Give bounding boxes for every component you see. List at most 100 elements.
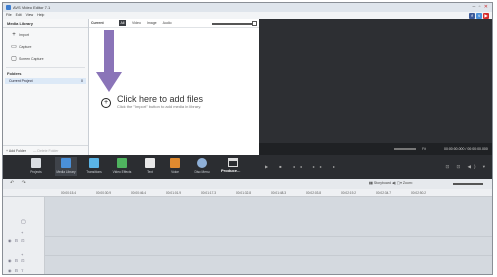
transitions-button[interactable]: Transitions xyxy=(83,158,105,174)
title-bar: AVS Video Editor 7.1 – ▫ ✕ xyxy=(3,3,492,12)
plus-circle-icon: + xyxy=(101,97,111,108)
add-files-label: Click here to add files xyxy=(117,94,204,104)
media-library-button[interactable]: Media Library xyxy=(55,157,77,176)
voice-button[interactable]: Voice xyxy=(164,158,186,174)
divider xyxy=(45,236,492,237)
screen-capture-label: Screen Capture xyxy=(19,57,44,61)
media-content-area[interactable]: Current All Video Image Audio + Click he… xyxy=(89,19,259,155)
tab-image[interactable]: Image xyxy=(147,19,157,28)
delete-folder-button[interactable]: — Delete Folder xyxy=(33,149,58,153)
screen-capture-button[interactable]: ▢ Screen Capture xyxy=(9,55,82,64)
ruler-tick: 00:02:50.2 xyxy=(411,191,427,195)
video-effects-label: Video Effects xyxy=(112,170,132,174)
playback-time: 00:00:00.000 / 00:00:00.000 xyxy=(444,147,488,151)
zoom-slider[interactable] xyxy=(453,183,483,185)
add-track-icon[interactable]: + xyxy=(21,230,23,235)
track-headers: ▢ + ◉ ⊟ ⊡ + ◉ ⊟ ⊡ ◉ ⊟ T xyxy=(3,197,45,274)
import-label: Import xyxy=(19,33,29,37)
preview-options[interactable]: ⊡ ⊡ ◀) ▾ xyxy=(445,164,488,170)
menu-bar: File Edit View Help xyxy=(3,12,492,19)
add-files-hint: Click the "Import" button to add media i… xyxy=(117,104,202,109)
facebook-icon[interactable]: f xyxy=(469,12,475,19)
player-controls[interactable]: ▶ ■ ◂◂ ▸▸ ▸ xyxy=(265,164,340,169)
plus-icon: + xyxy=(12,32,16,38)
ruler-tick: 00:01:48.3 xyxy=(271,191,287,195)
effects-icon xyxy=(117,158,127,168)
timeline-ruler[interactable]: 00:00:15.4 00:00:30.9 00:00:46.4 00:01:0… xyxy=(3,189,492,197)
add-files-area[interactable]: + Click here to add files Click the "Imp… xyxy=(101,95,203,110)
ruler-tick: 00:00:46.4 xyxy=(131,191,147,195)
youtube-icon[interactable]: ▶ xyxy=(483,12,489,19)
track-controls[interactable]: ◉ ⊟ ⊡ xyxy=(8,238,25,243)
folder-count: 0 xyxy=(81,79,83,83)
add-folder-button[interactable]: + Add Folder xyxy=(6,149,26,153)
capture-label: Capture xyxy=(19,45,32,49)
divider xyxy=(45,255,492,256)
disc-menu-button[interactable]: Disc Menu xyxy=(191,158,213,174)
produce-icon xyxy=(228,158,238,167)
ruler-tick: 00:01:32.8 xyxy=(236,191,252,195)
display-icon[interactable]: ▢▾ xyxy=(397,181,402,185)
preview-zoom-slider[interactable] xyxy=(394,148,416,150)
fit-button[interactable]: Fit xyxy=(422,143,426,155)
tab-video[interactable]: Video xyxy=(132,19,141,28)
content-filter-bar: Current All Video Image Audio xyxy=(89,19,259,28)
produce-button[interactable]: Produce... xyxy=(221,168,240,173)
window-controls[interactable]: – ▫ ✕ xyxy=(472,4,489,10)
ruler-tick: 00:01:01.9 xyxy=(166,191,182,195)
menu-view[interactable]: View xyxy=(26,13,34,17)
transitions-label: Transitions xyxy=(86,170,102,174)
menu-edit[interactable]: Edit xyxy=(16,13,22,17)
add-track-icon[interactable]: + xyxy=(21,252,23,257)
ruler-tick: 00:02:19.2 xyxy=(341,191,357,195)
minimize-button[interactable]: – xyxy=(472,4,476,10)
social-links: f t ▶ xyxy=(469,12,489,19)
menu-file[interactable]: File xyxy=(6,13,12,17)
timeline-options: ▮▮ Storyboard ◀) ▢▾ Zoom: xyxy=(369,181,413,186)
undo-redo-buttons[interactable]: ↶ ↷ xyxy=(10,180,29,186)
folder-label: Current Project xyxy=(9,79,33,83)
video-effects-button[interactable]: Video Effects xyxy=(111,158,133,174)
voice-label: Voice xyxy=(171,170,179,174)
library-footer: + Add Folder — Delete Folder xyxy=(3,145,88,155)
close-button[interactable]: ✕ xyxy=(484,4,489,10)
storyboard-icon[interactable]: ▮▮ xyxy=(369,181,373,185)
main-toolbar: Projects Media Library Transitions Video… xyxy=(3,155,492,179)
disc-menu-label: Disc Menu xyxy=(194,170,210,174)
film-icon xyxy=(61,158,71,168)
ruler-tick: 00:02:03.8 xyxy=(306,191,322,195)
monitor-icon: ▢ xyxy=(11,56,17,62)
app-window: AVS Video Editor 7.1 – ▫ ✕ File Edit Vie… xyxy=(2,2,493,275)
content-title: Current xyxy=(91,20,104,25)
folders-title: Folders xyxy=(7,71,22,76)
audio-icon[interactable]: ◀) xyxy=(392,181,396,185)
ruler-tick: 00:00:15.4 xyxy=(61,191,77,195)
zoom-label: Zoom: xyxy=(402,181,413,185)
ruler-tick: 00:02:34.7 xyxy=(376,191,392,195)
track-controls[interactable]: ◉ ⊟ ⊡ xyxy=(8,258,25,263)
media-library-title: Media Library xyxy=(3,19,88,28)
microphone-icon xyxy=(170,158,180,168)
storyboard-button[interactable]: Storyboard xyxy=(374,181,391,185)
projects-label: Projects xyxy=(30,170,42,174)
thumbnail-size-icon xyxy=(252,21,257,26)
maximize-button[interactable]: ▫ xyxy=(479,4,482,10)
disc-icon xyxy=(197,158,207,168)
folder-current-project[interactable]: Current Project 0 xyxy=(5,78,86,84)
tab-all[interactable]: All xyxy=(119,20,126,26)
ruler-tick: 00:00:30.9 xyxy=(96,191,112,195)
preview-panel: Fit 00:00:00.000 / 00:00:00.000 xyxy=(259,19,492,155)
timeline-tracks: ▢ + ◉ ⊟ ⊡ + ◉ ⊟ ⊡ ◉ ⊟ T xyxy=(3,197,492,274)
import-button[interactable]: + Import xyxy=(9,31,82,40)
text-button[interactable]: Text xyxy=(139,158,161,174)
projects-button[interactable]: Projects xyxy=(25,158,47,174)
menu-help[interactable]: Help xyxy=(37,13,44,17)
thumbnail-size-slider[interactable] xyxy=(212,23,252,25)
text-track-controls[interactable]: ◉ ⊟ T xyxy=(8,268,24,273)
ruler-tick: 00:01:17.3 xyxy=(201,191,217,195)
media-library-label: Media Library xyxy=(56,170,76,174)
tab-audio[interactable]: Audio xyxy=(163,19,172,28)
twitter-icon[interactable]: t xyxy=(476,12,482,19)
preview-bar: Fit 00:00:00.000 / 00:00:00.000 xyxy=(259,143,492,155)
capture-button[interactable]: ▭ Capture xyxy=(9,43,82,52)
